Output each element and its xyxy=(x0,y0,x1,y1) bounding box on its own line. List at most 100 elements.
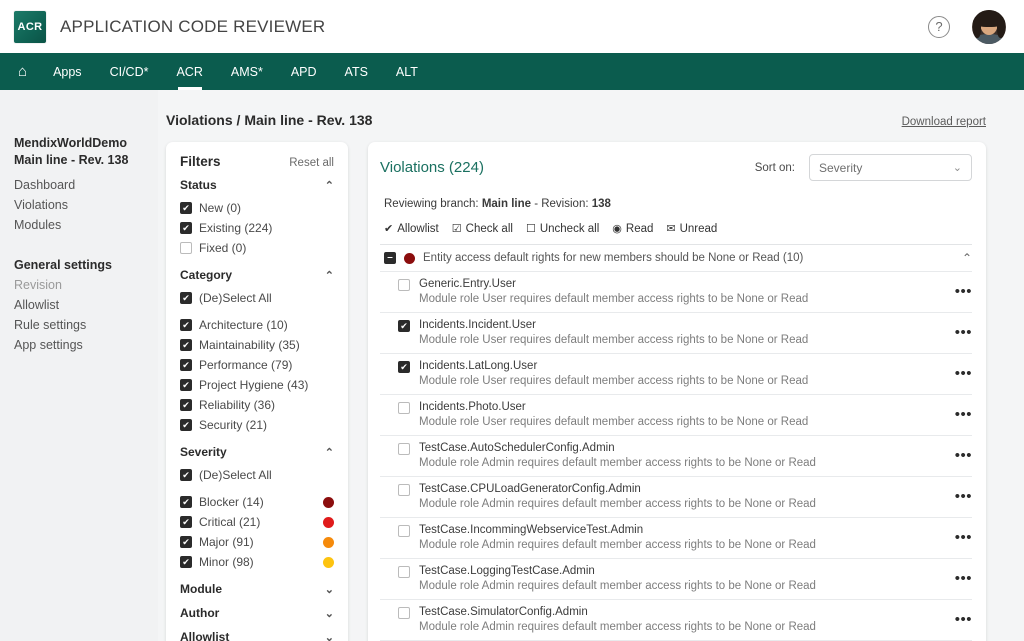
filter-group-module[interactable]: Module ⌄ xyxy=(180,582,334,596)
filter-row[interactable]: ✔ Blocker (14) xyxy=(180,492,334,512)
brand-bar-right: ? xyxy=(928,9,1006,44)
violation-row-checkbox[interactable]: ✔ xyxy=(398,361,410,373)
violation-row[interactable]: TestCase.IncommingWebserviceTest.Admin Mo… xyxy=(380,517,972,558)
action-read[interactable]: ◉ Read xyxy=(612,223,653,235)
nav-item-apps[interactable]: Apps xyxy=(39,53,96,90)
sidebar-item-rule-settings[interactable]: Rule settings xyxy=(14,315,158,335)
violation-row-checkbox[interactable] xyxy=(398,279,410,291)
filter-row[interactable]: ✔ Existing (224) xyxy=(180,218,334,238)
checked-box-icon: ☑ xyxy=(451,222,462,235)
violation-row-checkbox[interactable] xyxy=(398,566,410,578)
filter-checkbox[interactable]: ✔ xyxy=(180,379,192,391)
acr-logo[interactable]: ACR xyxy=(14,10,46,43)
violation-row-menu-icon[interactable]: ••• xyxy=(945,571,972,586)
filter-checkbox[interactable]: ✔ xyxy=(180,556,192,568)
filter-checkbox[interactable] xyxy=(180,242,192,254)
filter-checkbox[interactable]: ✔ xyxy=(180,419,192,431)
action-uncheck-all[interactable]: ☐ Uncheck all xyxy=(526,223,599,235)
filter-row[interactable]: ✔ Performance (79) xyxy=(180,355,334,375)
violation-row-menu-icon[interactable]: ••• xyxy=(945,612,972,627)
filter-row[interactable]: ✔ Major (91) xyxy=(180,532,334,552)
filter-select-all-row[interactable]: ✔ (De)Select All xyxy=(180,288,334,308)
filter-checkbox[interactable]: ✔ xyxy=(180,496,192,508)
left-sidebar: MendixWorldDemo Main line - Rev. 138 Das… xyxy=(0,90,158,641)
filter-checkbox[interactable]: ✔ xyxy=(180,222,192,234)
violation-row-checkbox[interactable] xyxy=(398,525,410,537)
filter-checkbox[interactable]: ✔ xyxy=(180,399,192,411)
nav-item-apd[interactable]: APD xyxy=(277,53,331,90)
sidebar-item-app-settings[interactable]: App settings xyxy=(14,335,158,355)
filter-row[interactable]: ✔ Maintainability (35) xyxy=(180,335,334,355)
filter-checkbox[interactable]: ✔ xyxy=(180,516,192,528)
filter-row[interactable]: ✔ Reliability (36) xyxy=(180,395,334,415)
nav-home-icon[interactable]: ⌂ xyxy=(6,53,39,90)
violation-row-menu-icon[interactable]: ••• xyxy=(945,366,972,381)
nav-item-acr[interactable]: ACR xyxy=(162,53,216,90)
violation-row-menu-icon[interactable]: ••• xyxy=(945,448,972,463)
filter-row[interactable]: ✔ Security (21) xyxy=(180,415,334,435)
sidebar-item-violations[interactable]: Violations xyxy=(14,195,158,215)
violation-row[interactable]: Generic.Entry.User Module role User requi… xyxy=(380,271,972,312)
violation-row[interactable]: TestCase.SimulatorConfig.Admin Module rol… xyxy=(380,599,972,640)
action-allowlist[interactable]: ✔ Allowlist xyxy=(384,223,439,235)
filter-checkbox[interactable]: ✔ xyxy=(180,536,192,548)
filter-row[interactable]: ✔ Critical (21) xyxy=(180,512,334,532)
filter-group-author[interactable]: Author ⌄ xyxy=(180,606,334,620)
download-report-link[interactable]: Download report xyxy=(902,116,986,128)
avatar[interactable] xyxy=(972,9,1006,44)
violation-row-checkbox[interactable] xyxy=(398,443,410,455)
violation-row-menu-icon[interactable]: ••• xyxy=(945,407,972,422)
help-icon[interactable]: ? xyxy=(928,15,950,38)
nav-item-alt[interactable]: ALT xyxy=(382,53,432,90)
action-check-all[interactable]: ☑ Check all xyxy=(452,223,513,235)
filter-row[interactable]: ✔ Architecture (10) xyxy=(180,315,334,335)
chevron-up-icon[interactable]: ⌃ xyxy=(954,251,972,265)
sidebar-item-modules[interactable]: Modules xyxy=(14,215,158,235)
violation-row-checkbox[interactable]: ✔ xyxy=(398,320,410,332)
severity-dot xyxy=(323,556,334,568)
filter-checkbox[interactable]: ✔ xyxy=(180,319,192,331)
filter-checkbox[interactable]: ✔ xyxy=(180,339,192,351)
filter-row[interactable]: Fixed (0) xyxy=(180,238,334,258)
filter-row[interactable]: ✔ Minor (98) xyxy=(180,552,334,572)
violation-row-menu-icon[interactable]: ••• xyxy=(945,284,972,299)
violation-row-checkbox[interactable] xyxy=(398,484,410,496)
filter-checkbox[interactable]: ✔ xyxy=(180,202,192,214)
filter-row[interactable]: ✔ New (0) xyxy=(180,198,334,218)
violation-row[interactable]: Incidents.Photo.User Module role User req… xyxy=(380,394,972,435)
filter-select-all-checkbox[interactable]: ✔ xyxy=(180,292,192,304)
violation-row[interactable]: TestCase.AutoSchedulerConfig.Admin Module… xyxy=(380,435,972,476)
violation-row-description: Module role User requires default member… xyxy=(419,293,809,305)
sidebar-item-allowlist[interactable]: Allowlist xyxy=(14,295,158,315)
violation-group-header[interactable]: – Entity access default rights for new me… xyxy=(380,244,972,271)
filter-group-status[interactable]: Status ⌃ xyxy=(180,178,334,192)
nav-item-ams[interactable]: AMS* xyxy=(217,53,277,90)
nav-item-ats[interactable]: ATS xyxy=(331,53,382,90)
violation-row[interactable]: ✔ Incidents.LatLong.User Module role User … xyxy=(380,353,972,394)
violation-row-checkbox[interactable] xyxy=(398,607,410,619)
reset-all-link[interactable]: Reset all xyxy=(289,157,334,169)
violation-row-menu-icon[interactable]: ••• xyxy=(945,325,972,340)
filter-checkbox[interactable]: ✔ xyxy=(180,359,192,371)
violation-row[interactable]: ✔ Incidents.Incident.User Module role User… xyxy=(380,312,972,353)
filter-group-allowlist[interactable]: Allowlist ⌄ xyxy=(180,630,334,641)
filter-groups: Status ⌃ ✔ New (0) ✔ Existing (224) Fixed (0) C… xyxy=(180,178,334,572)
nav-item-ci-cd[interactable]: CI/CD* xyxy=(96,53,163,90)
violation-row[interactable]: TestCase.CPULoadGeneratorConfig.Admin Mod… xyxy=(380,476,972,517)
action-unread[interactable]: ✉ Unread xyxy=(666,223,717,235)
sidebar-item-revision[interactable]: Revision xyxy=(14,275,158,295)
violation-row[interactable]: TestCase.LoggingTestCase.Admin Module rol… xyxy=(380,558,972,599)
filter-select-all-checkbox[interactable]: ✔ xyxy=(180,469,192,481)
filter-group-category[interactable]: Category ⌃ xyxy=(180,268,334,282)
sort-select[interactable]: Severity ⌄ xyxy=(809,154,972,181)
filter-row[interactable]: ✔ Project Hygiene (43) xyxy=(180,375,334,395)
violation-row-menu-icon[interactable]: ••• xyxy=(945,530,972,545)
filter-row-label: New (0) xyxy=(199,201,242,215)
violation-row-text: Incidents.Incident.User Module role User … xyxy=(419,318,808,348)
filter-group-severity[interactable]: Severity ⌃ xyxy=(180,445,334,459)
violation-row-checkbox[interactable] xyxy=(398,402,410,414)
sidebar-item-dashboard[interactable]: Dashboard xyxy=(14,175,158,195)
filter-select-all-row[interactable]: ✔ (De)Select All xyxy=(180,465,334,485)
violation-group-checkbox[interactable]: – xyxy=(384,252,396,264)
violation-row-menu-icon[interactable]: ••• xyxy=(945,489,972,504)
